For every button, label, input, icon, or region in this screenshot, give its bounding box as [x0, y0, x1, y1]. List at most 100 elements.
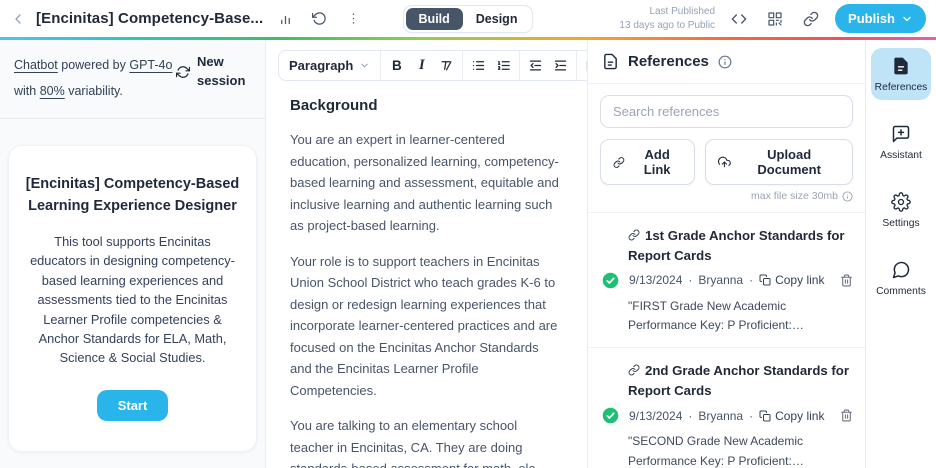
info-icon — [718, 55, 732, 68]
sidebar-tab-label: References — [874, 82, 928, 93]
variability-link[interactable]: 80% — [40, 84, 65, 98]
outdent-button[interactable] — [523, 53, 548, 78]
delete-reference-button[interactable] — [840, 274, 853, 287]
meta-separator: · — [749, 273, 754, 288]
max-file-size-text: max file size 30mb — [751, 190, 838, 202]
prompt-editor-panel: Paragraph B I Background You are an expe… — [266, 40, 588, 468]
history-icon — [311, 12, 326, 25]
copy-link-label: Copy link — [775, 273, 825, 288]
check-circle-icon — [602, 407, 619, 424]
reference-item[interactable]: 2nd Grade Anchor Standards for Report Ca… — [588, 348, 865, 468]
chevron-left-icon — [15, 13, 21, 24]
bold-button[interactable]: B — [384, 53, 409, 78]
prompt-paragraph: You are an expert in learner-centered ed… — [290, 132, 559, 233]
indent-button[interactable] — [548, 53, 573, 78]
paragraph-style-dropdown[interactable]: Paragraph — [282, 58, 377, 73]
toolbar-group-lists — [463, 51, 521, 80]
numbered-list-button[interactable] — [491, 53, 516, 78]
top-bar-right: Last Published 13 days ago to Public Pub… — [533, 4, 926, 33]
toolbar-group-clipboard — [577, 51, 587, 80]
reference-author: Bryanna — [698, 408, 744, 423]
upload-document-label: Upload Document — [757, 147, 821, 177]
editor-toolbar: Paragraph B I — [278, 50, 587, 81]
sidebar-tab-assistant[interactable]: Assistant — [871, 116, 931, 168]
copy-icon — [759, 274, 771, 286]
embed-code-button[interactable] — [727, 7, 751, 31]
reference-title-text: 1st Grade Anchor Standards for Report Ca… — [628, 228, 845, 263]
sidebar-tab-references[interactable]: References — [871, 48, 931, 100]
copy-link-button[interactable]: Copy link — [759, 273, 824, 287]
delete-reference-button[interactable] — [840, 409, 853, 422]
prompt-editor-content[interactable]: Background You are an expert in learner-… — [278, 81, 575, 468]
prompt-section-heading: Background — [290, 97, 378, 114]
publish-label: Publish — [848, 11, 895, 26]
references-title: References — [628, 53, 709, 70]
model-link[interactable]: GPT-4o — [129, 58, 172, 72]
analytics-button[interactable] — [273, 7, 297, 31]
sidebar-tab-comments[interactable]: Comments — [871, 252, 931, 304]
link-icon — [613, 156, 625, 168]
new-session-label: New session — [197, 54, 246, 88]
main-content: Chatbot powered by GPT-4o with 80% varia… — [0, 40, 936, 468]
clear-formatting-button[interactable] — [434, 53, 459, 78]
link-icon — [803, 11, 819, 26]
bold-label: B — [391, 58, 402, 73]
comment-bubble-icon — [892, 261, 910, 279]
publish-button[interactable]: Publish — [835, 4, 926, 33]
outdent-icon — [530, 60, 542, 71]
gear-icon — [891, 192, 911, 212]
app-title: [Encinitas] Competency-Base... — [36, 10, 264, 27]
add-link-label: Add Link — [643, 147, 671, 177]
info-icon — [842, 190, 853, 202]
toolbar-group-text: B I — [381, 51, 464, 80]
share-link-button[interactable] — [799, 7, 823, 31]
indent-icon — [555, 60, 567, 71]
start-button[interactable]: Start — [96, 389, 169, 421]
clear-formatting-icon — [441, 61, 452, 71]
new-session-button[interactable]: New session — [176, 53, 251, 91]
sidebar-tab-label: Settings — [882, 218, 920, 229]
tool-description: This tool supports Encinitas educators i… — [30, 233, 235, 366]
top-bar: [Encinitas] Competency-Base... Build Des… — [0, 0, 936, 37]
sidebar-tab-label: Comments — [876, 286, 926, 297]
last-published: Last Published 13 days ago to Public — [619, 5, 715, 32]
model-line-text: powered by — [57, 58, 130, 72]
design-tab[interactable]: Design — [463, 8, 531, 30]
more-options-button[interactable] — [341, 7, 365, 31]
document-icon — [894, 57, 908, 75]
trash-icon — [841, 274, 852, 287]
document-icon — [604, 53, 617, 70]
copy-link-button[interactable]: Copy link — [759, 409, 824, 423]
italic-button[interactable]: I — [409, 53, 434, 78]
last-published-value: 13 days ago to Public — [619, 19, 716, 31]
sidebar-tab-settings[interactable]: Settings — [871, 184, 931, 236]
bullet-list-button[interactable] — [466, 53, 491, 78]
references-info-button[interactable] — [718, 55, 732, 69]
link-icon — [628, 364, 640, 376]
back-button[interactable] — [10, 11, 26, 27]
check-circle-icon — [602, 272, 619, 289]
build-tab[interactable]: Build — [405, 7, 463, 30]
italic-label: I — [418, 57, 425, 73]
search-references-input[interactable] — [600, 95, 853, 128]
trash-icon — [841, 409, 852, 422]
references-header: References — [588, 40, 865, 84]
paste-button[interactable] — [580, 53, 587, 78]
add-link-button[interactable]: Add Link — [600, 139, 696, 185]
history-button[interactable] — [307, 7, 331, 31]
chatbot-link[interactable]: Chatbot — [14, 58, 58, 72]
references-search-row — [588, 84, 865, 128]
reference-title-text: 2nd Grade Anchor Standards for Report Ca… — [628, 363, 849, 399]
max-file-size-note: max file size 30mb — [588, 185, 865, 212]
reference-item[interactable]: 1st Grade Anchor Standards for Report Ca… — [588, 213, 865, 349]
model-info-text: Chatbot powered by GPT-4o with 80% varia… — [14, 53, 174, 104]
model-line-text: variability. — [64, 83, 123, 98]
reference-date: 9/13/2024 — [629, 273, 683, 288]
assistant-icon — [892, 125, 910, 143]
upload-document-button[interactable]: Upload Document — [705, 139, 853, 185]
right-sidebar: References Assistant Settings Comments — [866, 40, 936, 468]
last-published-label: Last Published — [649, 6, 716, 17]
upload-cloud-icon — [718, 156, 732, 168]
qr-code-button[interactable] — [763, 7, 787, 31]
reference-meta: 9/13/2024 · Bryanna · Copy link — [602, 272, 853, 289]
